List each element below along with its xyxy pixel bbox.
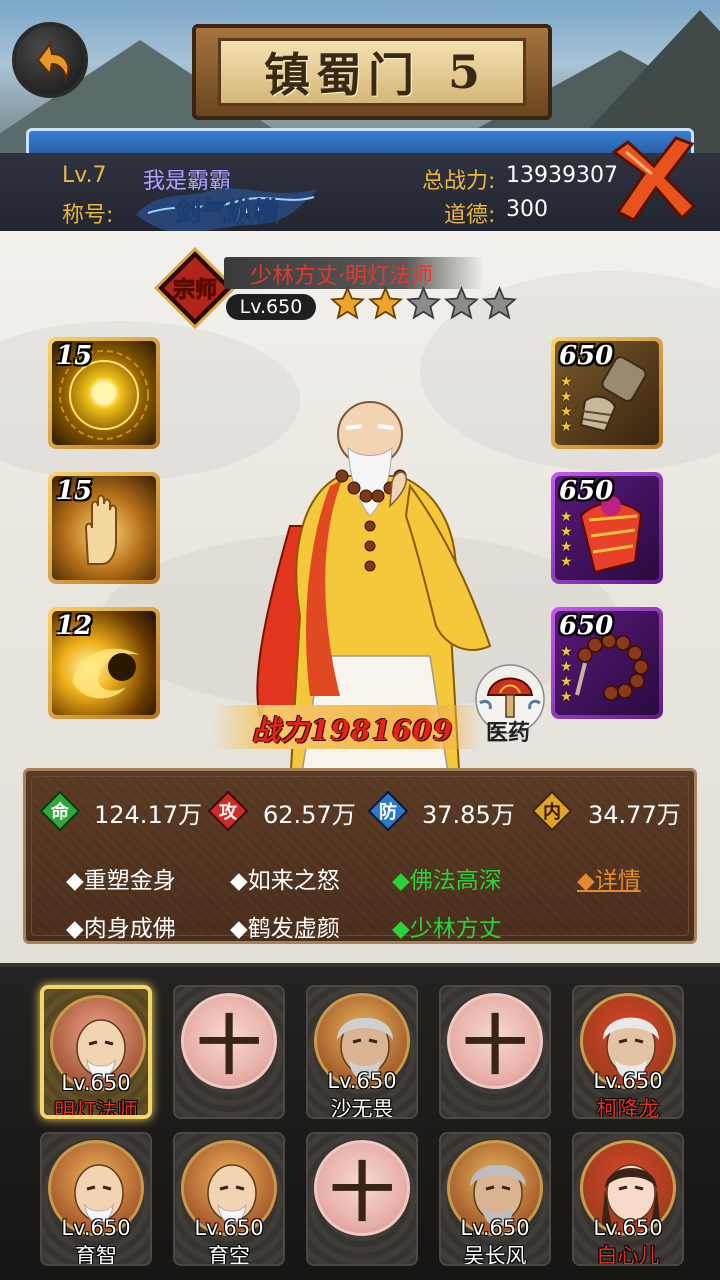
hero-roster: Lv.650 明灯法师十 Lv.650 沙无畏十 Lv.650 柯降龙 Lv.650 育智 Lv… [0, 963, 720, 1280]
attack-value: 62.57万 [263, 801, 356, 829]
trait-item-active: ◆少林方丈 [392, 916, 502, 942]
star-empty-icon [482, 286, 517, 320]
trait-item-active: ◆佛法高深 [392, 868, 502, 894]
attack-icon-text: 攻 [219, 801, 238, 823]
hero-card-level: Lv.650 [593, 1069, 663, 1093]
medicine-label: 医药 [486, 720, 531, 746]
hp-value: 124.17万 [94, 801, 202, 829]
player-level: Lv.7 [62, 163, 107, 188]
hero-card[interactable]: Lv.650 白心儿 [572, 1132, 684, 1266]
hero-card[interactable]: Lv.650 育空 [173, 1132, 285, 1266]
combat-power-label: 战力 [252, 714, 311, 747]
hero-card-name: 柯降龙 [596, 1097, 660, 1119]
total-power-label: 总战力: [422, 169, 496, 194]
inner-power-value: 34.77万 [588, 801, 681, 829]
equip-stars: ★ ★ ★ ★ [560, 644, 573, 705]
stage-title-plate: 镇蜀门 5 [218, 38, 526, 106]
attack-icon: 攻 [208, 791, 248, 831]
empty-hero-slot[interactable]: 十 [173, 985, 285, 1119]
hero-card-name: 白心儿 [596, 1244, 660, 1266]
hero-card-name: 沙无畏 [330, 1097, 394, 1119]
skill-level: 15 [56, 341, 93, 371]
morality-label: 道德: [444, 203, 496, 228]
combat-power: 战力1981609 [252, 709, 453, 749]
defense-value: 37.85万 [422, 801, 515, 829]
skill-slot-3[interactable]: 12 [48, 607, 160, 719]
empty-hero-slot[interactable]: 十 [306, 1132, 418, 1266]
details-link[interactable]: ◆详情 [577, 861, 641, 895]
plus-icon: 十 [330, 1156, 394, 1231]
add-hero-icon: 十 [314, 1140, 410, 1236]
hero-card[interactable]: Lv.650 吴长风 [439, 1132, 551, 1266]
equip-slot-gauntlet[interactable]: 650 ★ ★ ★ ★ [551, 337, 663, 449]
stage-title-board: 镇蜀门 5 [192, 24, 552, 120]
skill-slot-2[interactable]: 15 [48, 472, 160, 584]
inner-power-icon: 内 [532, 791, 572, 831]
stage-title: 镇蜀门 [263, 48, 420, 102]
hero-card-level: Lv.650 [327, 1069, 397, 1093]
equip-stars: ★ ★ ★ ★ [560, 509, 573, 570]
stats-panel-inner: 命 124.17万 攻 62.57万 防 37.85万 内 34.77万 ◆重塑… [31, 776, 689, 942]
hp-icon: 命 [40, 791, 80, 831]
hero-card-level: Lv.650 [593, 1216, 663, 1240]
rank-badge-text: 宗师 [173, 277, 217, 303]
back-arrow-icon [36, 41, 70, 82]
equip-slot-robe[interactable]: 650 ★ ★ ★ ★ [551, 472, 663, 584]
hero-card-name: 明灯法师 [54, 1099, 138, 1119]
defense-icon-text: 防 [379, 801, 397, 823]
star-filled-icon [368, 286, 403, 320]
title-badge-text: 剑气纵横 [175, 197, 279, 228]
hero-card-level: Lv.650 [194, 1216, 264, 1240]
trait-item: ◆鹤发虚颜 [230, 916, 340, 942]
hero-card[interactable]: Lv.650 明灯法师 [40, 985, 152, 1119]
equip-level: 650 [559, 476, 614, 506]
morality-value: 300 [506, 197, 548, 222]
inner-power-icon-text: 内 [543, 801, 561, 823]
trait-item: ◆重塑金身 [66, 868, 176, 894]
empty-hero-slot[interactable]: 十 [439, 985, 551, 1119]
hero-card-name: 育智 [75, 1244, 117, 1266]
hero-star-rating [330, 286, 517, 321]
trait-item: ◆肉身成佛 [66, 916, 176, 942]
hp-icon-text: 命 [51, 801, 70, 823]
back-button[interactable] [12, 22, 88, 98]
equip-level: 650 [559, 341, 614, 371]
hero-card[interactable]: Lv.650 沙无畏 [306, 985, 418, 1119]
hero-card-name: 吴长风 [463, 1244, 527, 1266]
stage-number: 5 [447, 45, 480, 99]
hero-detail-panel: 宗师 少林方丈·明灯法师 Lv.650 15 15 12 650 ★ ★ ★ ★… [0, 231, 720, 963]
stats-panel: 命 124.17万 攻 62.57万 防 37.85万 内 34.77万 ◆重塑… [23, 768, 697, 944]
hero-card-level: Lv.650 [460, 1216, 530, 1240]
skill-level: 12 [56, 611, 93, 641]
title-label: 称号: [62, 203, 114, 228]
equip-level: 650 [559, 611, 614, 641]
star-filled-icon [330, 286, 365, 320]
skill-slot-1[interactable]: 15 [48, 337, 160, 449]
skill-level: 15 [56, 476, 93, 506]
plus-icon: 十 [197, 1009, 261, 1084]
hero-card-level: Lv.650 [61, 1071, 131, 1095]
star-empty-icon [444, 286, 479, 320]
equip-slot-beads[interactable]: 650 ★ ★ ★ ★ [551, 607, 663, 719]
combat-power-value: 1981609 [310, 714, 454, 747]
equip-stars: ★ ★ ★ ★ [560, 374, 573, 435]
plus-icon: 十 [463, 1009, 527, 1084]
hero-card[interactable]: Lv.650 育智 [40, 1132, 152, 1266]
hero-card[interactable]: Lv.650 柯降龙 [572, 985, 684, 1119]
hero-card-level: Lv.650 [61, 1216, 131, 1240]
defense-icon: 防 [368, 791, 408, 831]
add-hero-icon: 十 [447, 993, 543, 1089]
star-empty-icon [406, 286, 441, 320]
hero-level: Lv.650 [226, 294, 316, 320]
close-button[interactable] [604, 134, 700, 230]
add-hero-icon: 十 [181, 993, 277, 1089]
total-power-value: 13939307 [506, 163, 618, 188]
close-icon [611, 136, 697, 222]
hero-card-name: 育空 [208, 1244, 250, 1266]
trait-item: ◆如来之怒 [230, 868, 340, 894]
